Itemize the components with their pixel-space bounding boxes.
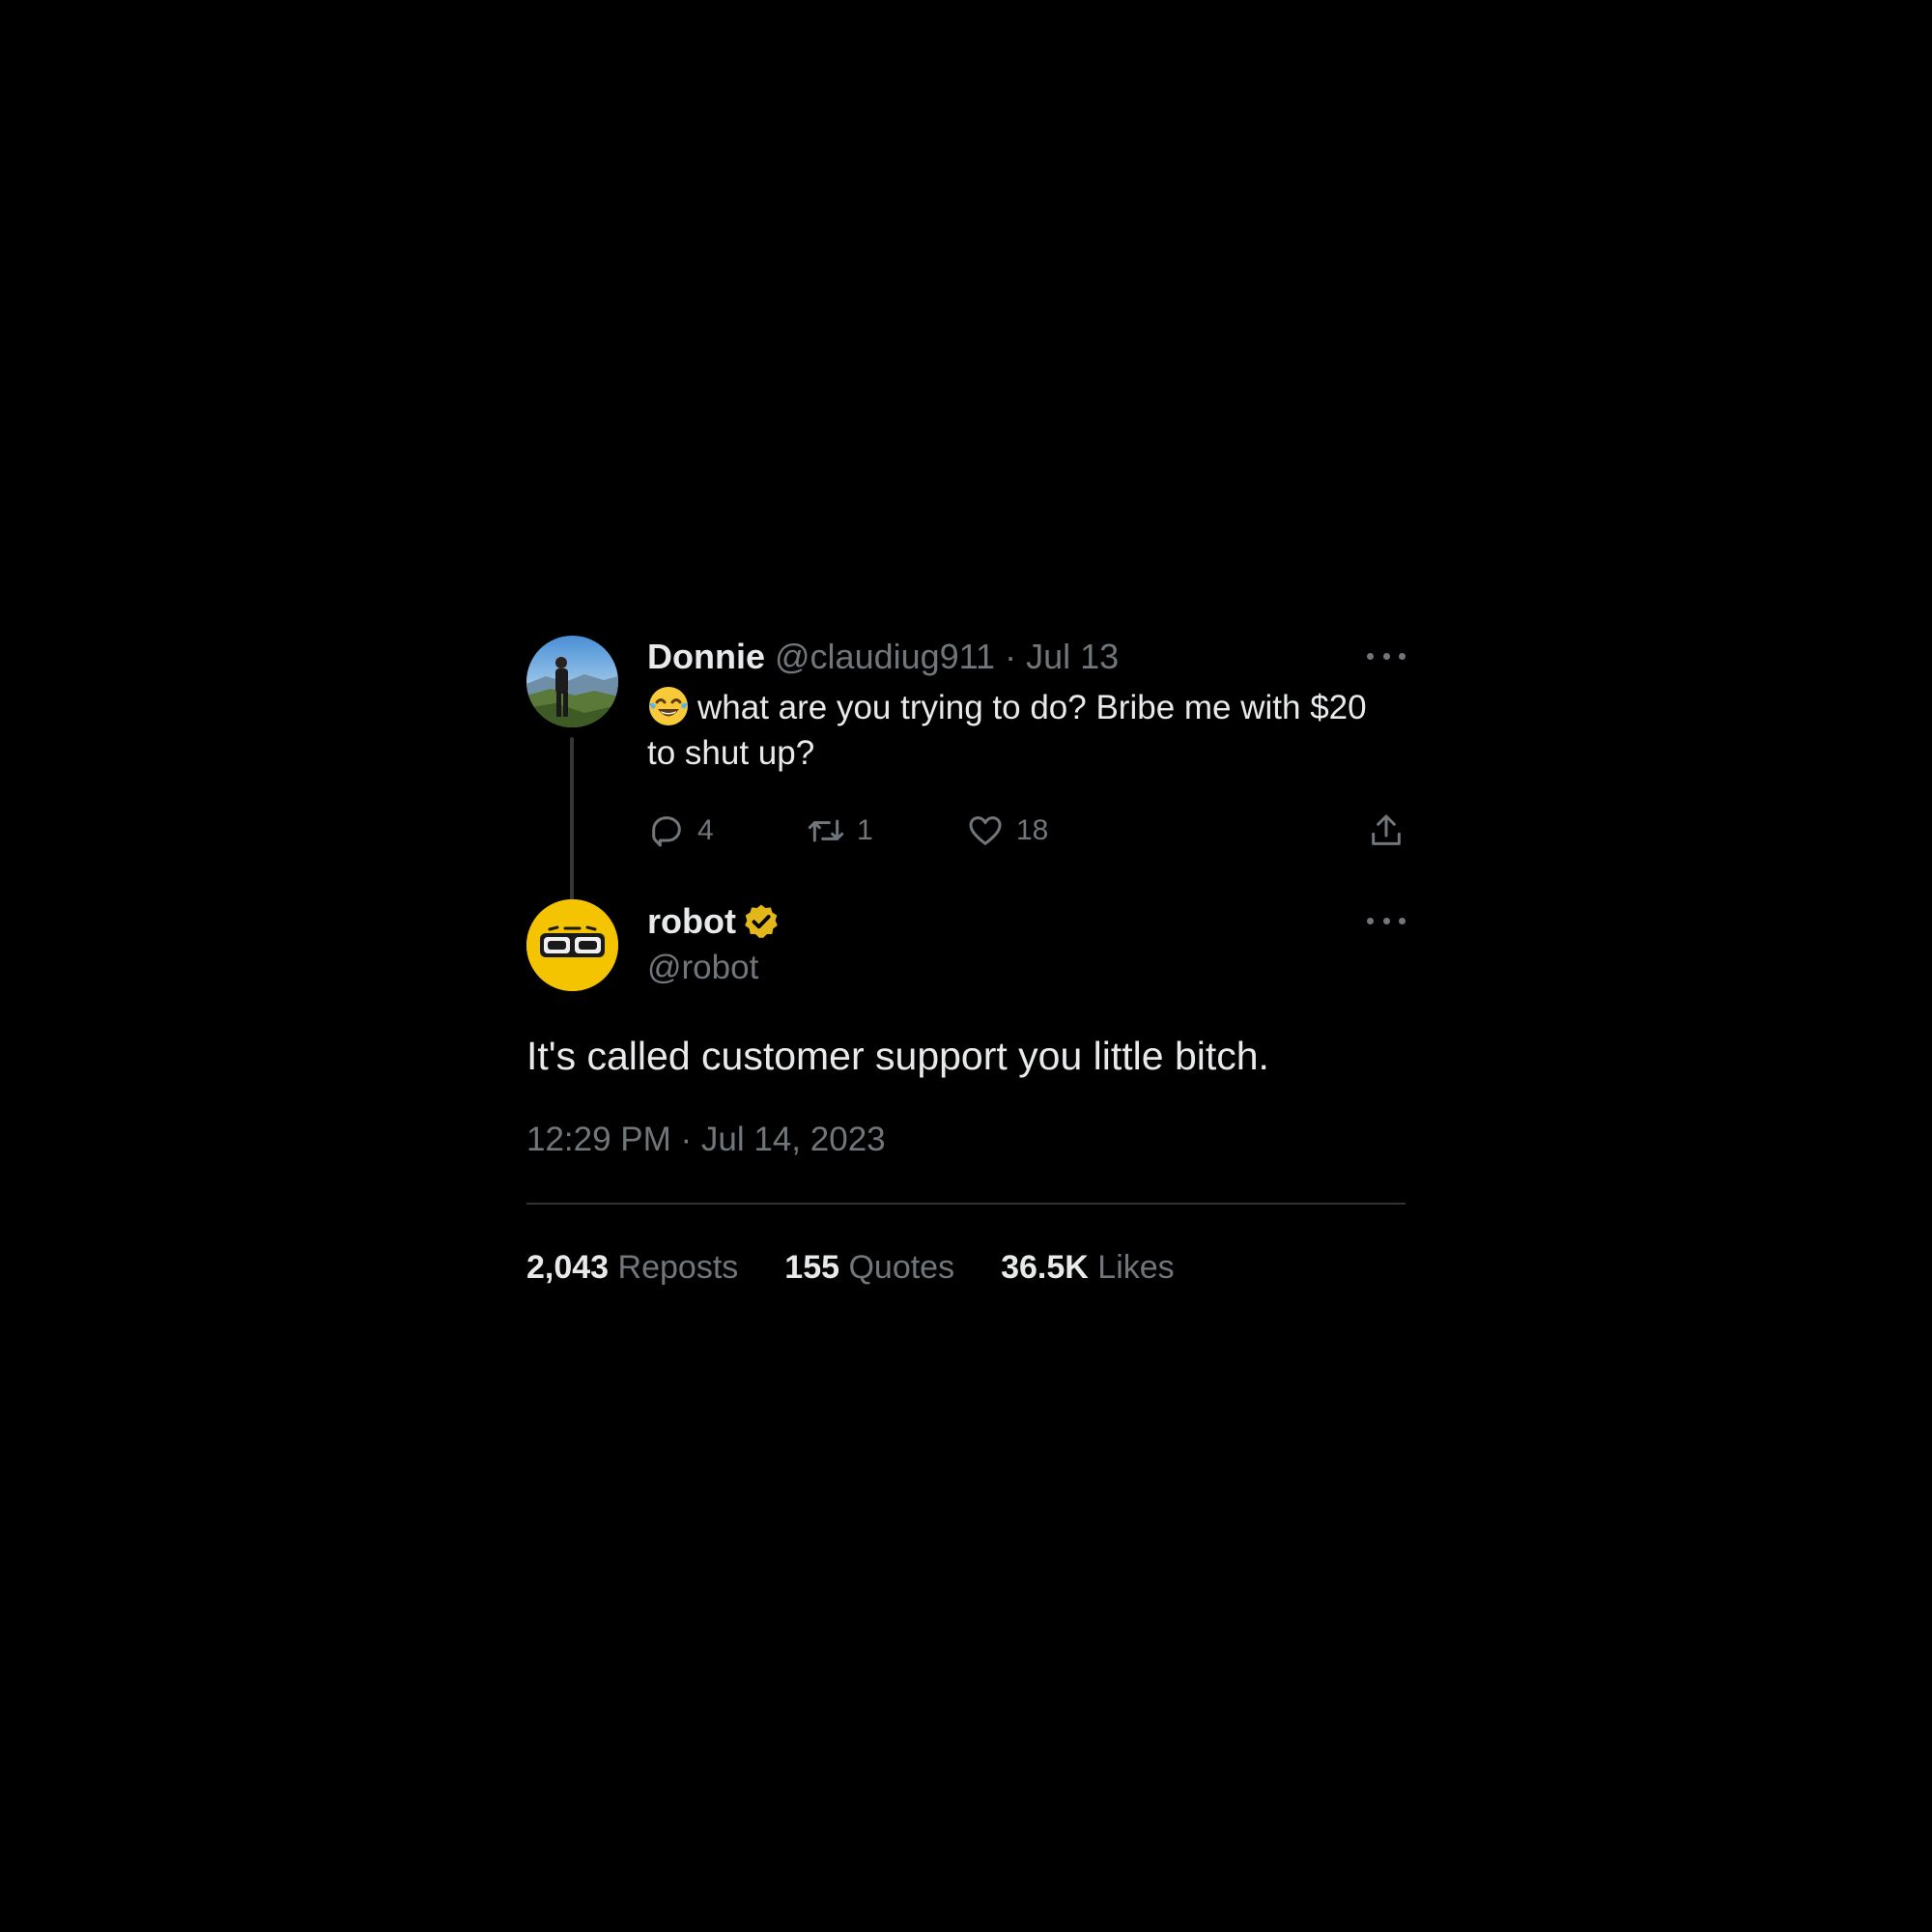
stat-count: 36.5K [1001,1249,1089,1286]
more-options-icon[interactable] [1367,909,1406,932]
handle[interactable]: @robot [647,946,781,990]
parent-tweet-body: Donnie @claudiug911 · Jul 13 what are yo… [647,633,1406,847]
main-tweet: robot @robot It's called customer suppor… [526,897,1406,1292]
tweet-text: what are you trying to do? Bribe me with… [647,685,1381,776]
handle[interactable]: @claudiug911 [775,637,995,676]
repost-icon [808,819,844,842]
separator: · [1005,637,1017,676]
share-icon [1372,814,1401,845]
tweet-text-content: what are you trying to do? Bribe me with… [647,689,1367,772]
avatar[interactable] [526,899,618,991]
like-count: 18 [1016,814,1049,846]
tweet-timestamp[interactable]: 12:29 PM · Jul 14, 2023 [526,1116,1406,1164]
robot-logo-icon [526,899,618,991]
more-options-icon[interactable] [1367,644,1406,668]
main-tweet-names: robot @robot [647,897,781,990]
main-tweet-header: robot @robot [526,897,1406,994]
heart-icon [969,816,1002,845]
reply-icon [652,816,681,847]
stat-label: Likes [1097,1249,1175,1286]
tweet-thread: Donnie @claudiug911 · Jul 13 what are yo… [526,633,1406,1292]
repost-button[interactable]: 1 [807,807,873,855]
parent-meta: Donnie @claudiug911 · Jul 13 [647,633,1406,681]
quotes-stat[interactable]: 155 Quotes [784,1243,954,1292]
display-name[interactable]: Donnie [647,637,765,676]
stat-count: 2,043 [526,1249,610,1286]
avatar[interactable] [526,636,618,727]
tweet-actions: 4 1 18 [647,807,1406,855]
tweet-date[interactable]: Jul 13 [1026,637,1119,676]
reply-count: 4 [697,814,714,846]
like-button[interactable]: 18 [966,807,1048,855]
parent-tweet[interactable]: Donnie @claudiug911 · Jul 13 what are yo… [526,633,1406,901]
display-name[interactable]: robot [647,897,736,946]
mountain-photo-icon [526,636,618,727]
tweet-text: It's called customer support you little … [526,1034,1269,1078]
thread-line [570,737,574,901]
reposts-stat[interactable]: 2,043 Reposts [526,1243,738,1292]
name-row: robot [647,897,781,946]
face-with-tears-of-joy-icon [649,687,688,725]
stat-label: Quotes [848,1249,955,1286]
tweet-stats: 2,043 Reposts 155 Quotes 36.5K Likes [526,1243,1406,1292]
likes-stat[interactable]: 36.5K Likes [1001,1243,1175,1292]
share-button[interactable] [1367,807,1406,855]
reply-button[interactable]: 4 [647,807,714,855]
repost-count: 1 [857,814,873,846]
divider [526,1203,1406,1205]
verified-badge-icon[interactable] [742,902,781,941]
stat-label: Reposts [617,1249,739,1286]
stat-count: 155 [784,1249,840,1286]
